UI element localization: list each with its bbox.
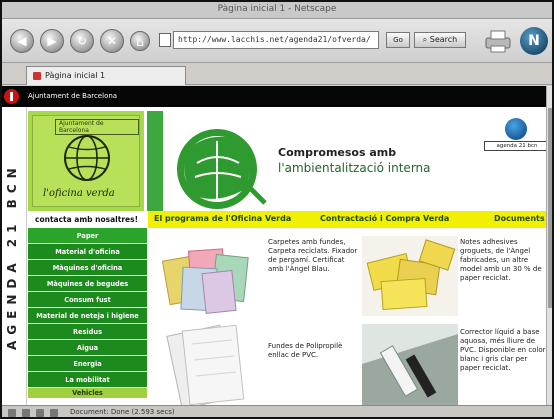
product-desc-sticky-notes: Notes adhesives groguets, de l'Àngel fab…	[460, 238, 542, 282]
reload-icon: ↻	[76, 34, 88, 48]
sticky-notes-product-image[interactable]	[362, 236, 458, 316]
browser-window: Pàgina inicial 1 - Netscape ◀ ▶ ↻ ✕ ⌂ ht…	[0, 0, 554, 419]
menu-link-documents[interactable]: Documents	[494, 214, 545, 223]
back-arrow-icon: ◀	[17, 34, 27, 48]
page-icon	[159, 33, 171, 47]
commit-line2: l'ambientalització interna	[278, 161, 431, 175]
left-menu-item-energia[interactable]: Energia	[28, 356, 147, 372]
tab-strip: Pàgina inicial 1	[2, 63, 552, 85]
vertical-agenda-title: AGENDA 21 BCN	[5, 162, 19, 351]
home-button[interactable]: ⌂	[130, 31, 150, 51]
agenda21-logo[interactable]: agenda 21 bcn	[484, 118, 550, 152]
product-area: Carpetes amb fundes, Carpeta reciclats. …	[148, 228, 548, 408]
tab-favicon-icon	[33, 72, 41, 80]
window-title: Pàgina inicial 1 - Netscape	[217, 4, 337, 14]
large-globe-illustration	[147, 111, 269, 211]
agenda21-logo-label: agenda 21 bcn	[484, 141, 550, 151]
url-input[interactable]: http://www.lacchis.net/agenda21/ofverda/	[173, 31, 379, 49]
left-menu-item-vehicles[interactable]: Vehicles	[28, 388, 147, 399]
forward-arrow-icon: ▶	[47, 34, 57, 48]
top-menu: El programa de l'Oficina Verda Contracta…	[148, 211, 552, 228]
status-bar: Document: Done (2.593 secs)	[2, 405, 552, 417]
org-name: Ajuntament de Barcelona	[28, 92, 118, 100]
left-menu-item-residus[interactable]: Residus	[28, 324, 147, 340]
print-icon[interactable]	[483, 28, 513, 54]
stop-button[interactable]: ✕	[100, 29, 124, 53]
globe-icon	[64, 135, 110, 181]
left-menu-item-aigua[interactable]: Aigua	[28, 340, 147, 356]
contact-link[interactable]: contacta amb nosaltres!	[28, 213, 145, 226]
mail-icon[interactable]	[8, 409, 16, 417]
back-button[interactable]: ◀	[10, 29, 34, 53]
left-menu-item-consum[interactable]: Consum fust	[28, 292, 147, 308]
card-name: l'oficina verda	[43, 188, 115, 199]
product-desc-sleeves: Fundes de Polipropilè enllac de PVC.	[268, 342, 343, 359]
oficina-verda-card[interactable]: Ajuntament de Barcelona l'oficina verda	[28, 111, 144, 211]
scrollbar-thumb[interactable]	[548, 108, 552, 308]
status-text: Document: Done (2.593 secs)	[70, 408, 175, 416]
left-menu-item-paper[interactable]: Paper	[28, 228, 147, 244]
commit-heading: Compromesos amb l'ambientalització inter…	[278, 146, 431, 175]
left-menu-item-neteja[interactable]: Material de neteja i higiene	[28, 308, 147, 324]
forward-button[interactable]: ▶	[40, 29, 64, 53]
tab-main[interactable]: Pàgina inicial 1	[26, 66, 186, 85]
page-content: Ajuntament de Barcelona AGENDA 21 BCN Aj…	[2, 86, 552, 408]
search-icon: ⌕	[422, 35, 430, 44]
left-menu-item-material-oficina[interactable]: Material d'oficina	[28, 244, 147, 260]
left-menu-item-maquines-begudes[interactable]: Màquines de begudes	[28, 276, 147, 292]
corrector-product-image[interactable]	[362, 324, 458, 408]
barcelona-logo-icon[interactable]	[4, 89, 19, 104]
folders-product-image[interactable]	[160, 236, 258, 316]
search-button-label: Search	[429, 35, 458, 44]
reload-button[interactable]: ↻	[70, 29, 94, 53]
tab-label: Pàgina inicial 1	[45, 71, 106, 80]
site-header: Ajuntament de Barcelona	[2, 86, 552, 107]
left-menu-item-maquines-oficina[interactable]: Màquines d'oficina	[28, 260, 147, 276]
vertical-scrollbar[interactable]	[546, 86, 552, 408]
left-menu: Paper Material d'oficina Màquines d'ofic…	[28, 228, 147, 399]
product-desc-folders: Carpetes amb fundes, Carpeta reciclats. …	[268, 238, 358, 273]
home-icon: ⌂	[136, 35, 144, 49]
stop-icon: ✕	[106, 34, 118, 48]
security-lock-icon	[50, 409, 58, 417]
address-book-icon[interactable]	[36, 409, 44, 417]
card-paper: Ajuntament de Barcelona l'oficina verda	[32, 115, 140, 207]
title-bar: Pàgina inicial 1 - Netscape	[2, 2, 552, 19]
plastic-sleeves-product-image[interactable]	[162, 324, 254, 408]
agenda21-globe-icon	[505, 118, 527, 140]
go-button[interactable]: Go	[386, 32, 410, 48]
vertical-agenda-bar: AGENDA 21 BCN	[2, 107, 27, 408]
search-button[interactable]: ⌕ Search	[414, 32, 466, 48]
composer-icon[interactable]	[22, 409, 30, 417]
netscape-throbber-icon[interactable]: N	[520, 27, 548, 55]
product-desc-corrector: Corrector líquid a base aquosa, més lliu…	[460, 328, 546, 372]
menu-link-programa[interactable]: El programa de l'Oficina Verda	[154, 214, 291, 223]
navigation-toolbar: ◀ ▶ ↻ ✕ ⌂ http://www.lacchis.net/agenda2…	[2, 19, 552, 63]
commit-line1: Compromesos amb	[278, 146, 397, 159]
left-menu-item-mobilitat[interactable]: La mobilitat	[28, 372, 147, 388]
menu-link-contractacio[interactable]: Contractació i Compra Verda	[320, 214, 449, 223]
